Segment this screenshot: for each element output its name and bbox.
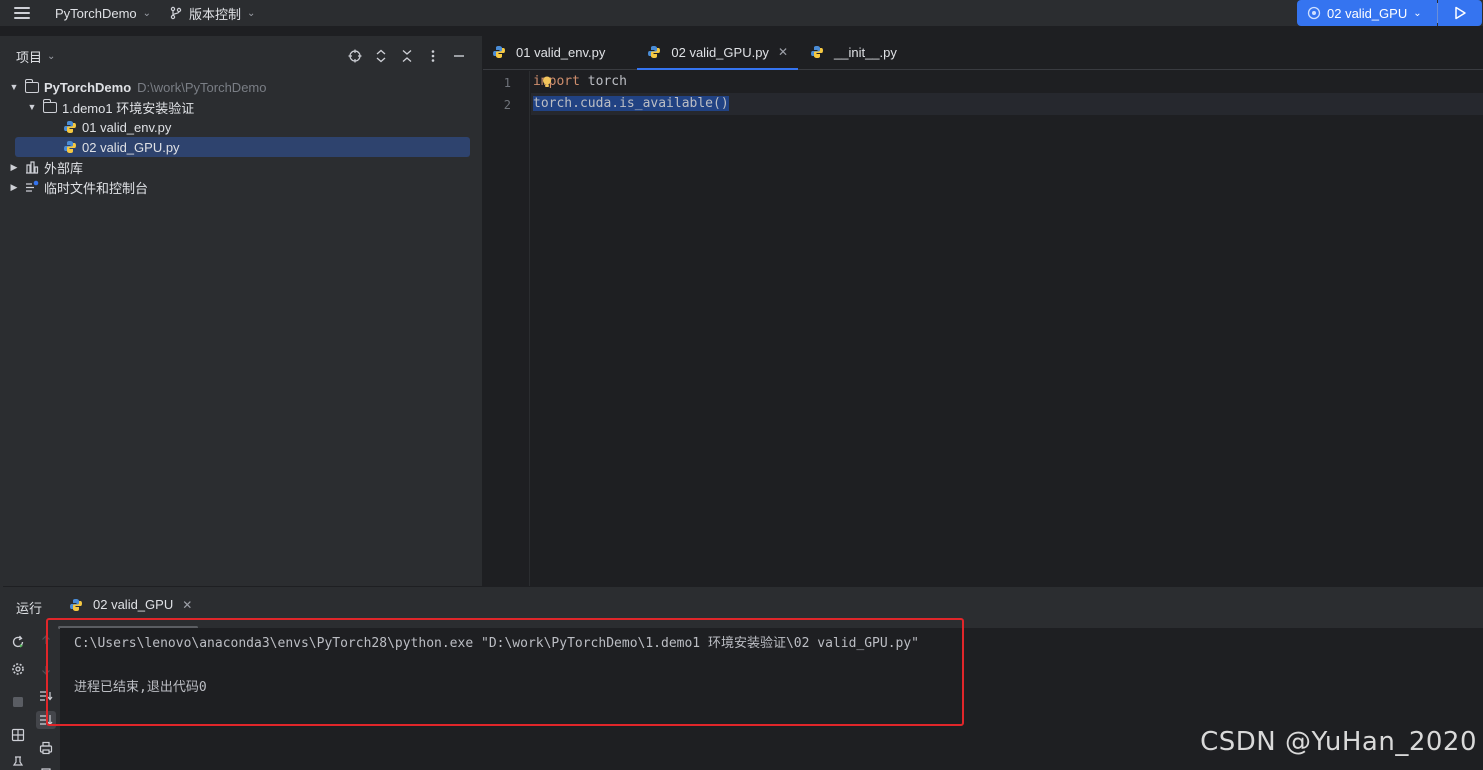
chevron-down-icon: ⌄ xyxy=(142,7,152,19)
code-text: torch xyxy=(579,74,627,89)
line-gutter: 1 2 xyxy=(483,71,530,586)
clear-console-icon[interactable] xyxy=(36,763,56,770)
code-keyword: import xyxy=(533,74,580,89)
tab-label: 02 valid_GPU.py xyxy=(671,44,769,60)
locate-icon[interactable] xyxy=(346,47,364,65)
chevron-down-icon: ⌄ xyxy=(247,7,256,19)
python-file-icon xyxy=(811,46,823,58)
stop-icon[interactable] xyxy=(10,694,26,710)
rerun-icon[interactable] xyxy=(10,634,26,650)
library-icon xyxy=(26,161,39,174)
folder-icon xyxy=(25,78,39,93)
project-switcher[interactable]: PyTorchDemo ⌄ xyxy=(55,6,151,21)
scroll-down-icon[interactable] xyxy=(36,661,56,679)
tree-item-label: 02 valid_GPU.py xyxy=(82,139,180,155)
code-text-selected: torch.cuda.is_available() xyxy=(533,96,729,111)
chevron-right-icon[interactable]: ▶ xyxy=(9,182,19,193)
code-line-2[interactable]: torch.cuda.is_available() xyxy=(533,93,729,115)
editor-tabs: 01 valid_env.py 02 valid_GPU.py ✕ __init… xyxy=(483,36,1483,70)
close-icon[interactable]: ✕ xyxy=(182,598,192,612)
tree-item-external-libs[interactable]: ▶ 外部库 xyxy=(9,157,83,177)
main-menu-icon[interactable] xyxy=(14,0,38,26)
run-panel-header: 运行 02 valid_GPU ✕ xyxy=(3,587,1483,629)
line-number: 2 xyxy=(503,98,511,112)
chevron-down-icon: ⌄ xyxy=(1413,7,1422,19)
python-file-icon xyxy=(493,46,505,58)
scroll-to-end-icon[interactable] xyxy=(36,711,56,729)
run-panel-title: 运行 xyxy=(16,601,43,616)
tab-valid-gpu[interactable]: 02 valid_GPU.py ✕ xyxy=(637,35,798,70)
python-file-icon xyxy=(64,141,76,153)
scroll-up-icon[interactable] xyxy=(36,631,56,649)
tree-item-file[interactable]: 01 valid_env.py xyxy=(63,117,171,137)
lightbulb-icon[interactable] xyxy=(542,76,552,88)
run-button[interactable] xyxy=(1438,0,1482,26)
console-command-line: C:\Users\lenovo\anaconda3\envs\PyTorch28… xyxy=(74,636,920,651)
chevron-down-icon[interactable]: ▼ xyxy=(27,102,37,112)
vcs-menu[interactable]: 版本控制 ⌄ xyxy=(169,4,255,23)
tree-item-label: 01 valid_env.py xyxy=(82,119,172,135)
chevron-down-icon: ⌄ xyxy=(47,50,56,62)
tree-item-scratches[interactable]: ▶ 临时文件和控制台 xyxy=(9,177,148,197)
tree-item-label: 临时文件和控制台 xyxy=(44,180,149,196)
python-run-icon xyxy=(1307,6,1321,20)
settings-gear-icon[interactable] xyxy=(10,661,26,677)
tab-valid-env[interactable]: 01 valid_env.py xyxy=(483,35,615,69)
tree-item-project-root[interactable]: ▼ PyTorchDemo D:\work\PyTorchDemo xyxy=(9,77,266,97)
python-file-icon xyxy=(70,598,82,611)
layout-icon[interactable] xyxy=(10,727,26,743)
line-number: 1 xyxy=(503,76,511,90)
hide-panel-icon[interactable] xyxy=(450,47,468,65)
print-icon[interactable] xyxy=(36,739,56,757)
tree-item-file-selected[interactable]: 02 valid_GPU.py xyxy=(15,137,470,157)
panel-title: 项目 xyxy=(16,49,43,65)
chevron-right-icon[interactable]: ▶ xyxy=(9,162,19,173)
tab-label: __init__.py xyxy=(834,44,897,60)
run-tab[interactable]: 02 valid_GPU ✕ xyxy=(69,597,192,612)
run-tab-label: 02 valid_GPU xyxy=(93,597,174,612)
more-options-icon[interactable] xyxy=(424,47,442,65)
panel-toolbar xyxy=(346,47,468,65)
chevron-down-icon[interactable]: ▼ xyxy=(9,82,19,92)
tree-item-label: PyTorchDemo xyxy=(44,79,132,95)
tree-item-demo-folder[interactable]: ▼ 1.demo1 环境安装验证 xyxy=(27,97,194,117)
close-icon[interactable]: ✕ xyxy=(778,45,788,59)
play-icon xyxy=(1455,6,1466,20)
run-toolbar xyxy=(3,628,60,770)
python-file-icon xyxy=(64,121,76,133)
console-exit-message: 进程已结束,退出代码0 xyxy=(74,680,207,695)
tree-item-label: 外部库 xyxy=(44,160,84,176)
branch-icon xyxy=(170,6,182,20)
editor-area: 01 valid_env.py 02 valid_GPU.py ✕ __init… xyxy=(483,36,1483,586)
run-config-label: 02 valid_GPU xyxy=(1327,5,1408,21)
run-config-selector[interactable]: 02 valid_GPU ⌄ xyxy=(1297,0,1437,26)
soft-wrap-icon[interactable] xyxy=(36,687,56,705)
tab-label: 01 valid_env.py xyxy=(516,44,606,60)
tree-item-path: D:\work\PyTorchDemo xyxy=(137,79,267,95)
tree-item-label: 1.demo1 环境安装验证 xyxy=(62,100,195,116)
vcs-label: 版本控制 xyxy=(189,6,242,22)
project-panel: 项目 ⌄ ▼ PyTorchDemo D:\work\PyTorchDemo ▼… xyxy=(3,36,482,586)
scratch-console-icon xyxy=(26,180,39,192)
project-view-selector[interactable]: 项目 ⌄ xyxy=(16,47,55,66)
pin-icon[interactable] xyxy=(10,754,26,770)
watermark: CSDN @YuHan_2020 xyxy=(1200,727,1477,757)
project-name: PyTorchDemo xyxy=(55,5,137,21)
python-file-icon xyxy=(648,46,661,58)
expand-all-icon[interactable] xyxy=(372,47,390,65)
tab-init[interactable]: __init__.py xyxy=(800,35,907,69)
collapse-all-icon[interactable] xyxy=(398,47,416,65)
project-panel-header: 项目 ⌄ xyxy=(3,36,482,76)
folder-icon xyxy=(43,98,57,113)
title-bar: PyTorchDemo ⌄ 版本控制 ⌄ 02 valid_GPU ⌄ xyxy=(0,0,1483,26)
